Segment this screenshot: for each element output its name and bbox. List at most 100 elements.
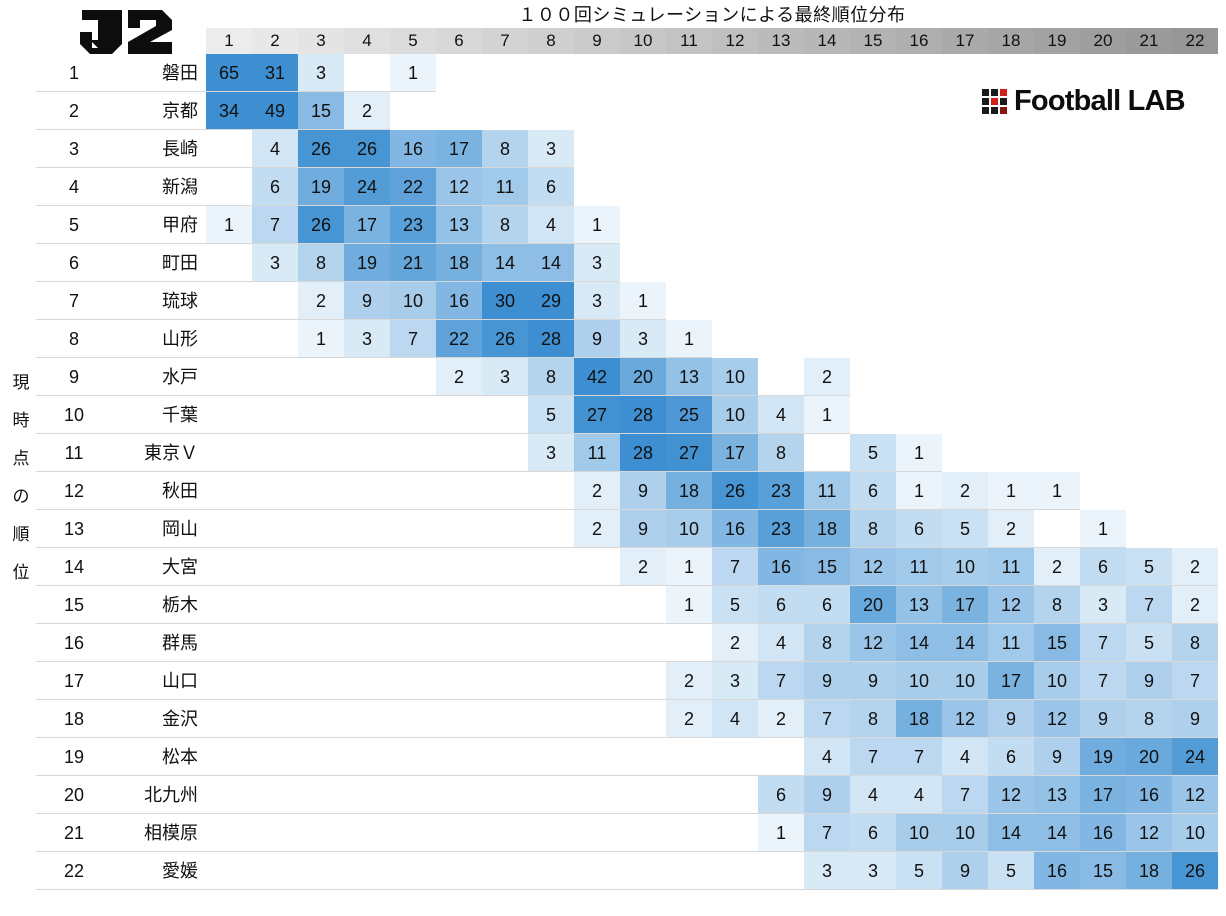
team-name[interactable]: 金沢 bbox=[104, 700, 202, 738]
heatmap-cell bbox=[850, 168, 896, 206]
heatmap-cell bbox=[206, 852, 252, 890]
team-name[interactable]: 千葉 bbox=[104, 396, 202, 434]
heatmap-cell: 12 bbox=[850, 548, 896, 586]
team-name[interactable]: 相模原 bbox=[104, 814, 202, 852]
page-title: １００回シミュレーションによる最終順位分布 bbox=[518, 5, 906, 25]
team-name[interactable]: 水戸 bbox=[104, 358, 202, 396]
heatmap-cell bbox=[482, 738, 528, 776]
heatmap-cell bbox=[206, 548, 252, 586]
heatmap-cell bbox=[666, 130, 712, 168]
heatmap-cell: 1 bbox=[896, 434, 942, 472]
heatmap-cell bbox=[1172, 54, 1218, 92]
heatmap-cell: 7 bbox=[1172, 662, 1218, 700]
heatmap-cell bbox=[252, 282, 298, 320]
heatmap-cell: 18 bbox=[896, 700, 942, 738]
team-name[interactable]: 岡山 bbox=[104, 510, 202, 548]
heatmap-cell: 3 bbox=[482, 358, 528, 396]
team-name[interactable]: 愛媛 bbox=[104, 852, 202, 890]
team-name[interactable]: 群馬 bbox=[104, 624, 202, 662]
heatmap-cell: 14 bbox=[482, 244, 528, 282]
team-name[interactable]: 秋田 bbox=[104, 472, 202, 510]
heatmap-cell: 12 bbox=[988, 776, 1034, 814]
heatmap-cell bbox=[620, 54, 666, 92]
row-cells: 3 11 28 27 17 8 5 1 bbox=[206, 434, 1218, 472]
team-name[interactable]: 琉球 bbox=[104, 282, 202, 320]
heatmap-cell: 6 bbox=[988, 738, 1034, 776]
heatmap-cell bbox=[620, 852, 666, 890]
heatmap-cell: 26 bbox=[482, 320, 528, 358]
heatmap-cell: 29 bbox=[528, 282, 574, 320]
heatmap-cell bbox=[896, 320, 942, 358]
heatmap-cell bbox=[620, 130, 666, 168]
table-row: 18 金沢 2 4 2 7 8 18 12 9 12 9 8 9 bbox=[0, 700, 1226, 738]
heatmap-cell: 10 bbox=[942, 548, 988, 586]
heatmap-cell: 2 bbox=[574, 472, 620, 510]
team-name[interactable]: 京都 bbox=[104, 92, 202, 130]
team-name[interactable]: 山口 bbox=[104, 662, 202, 700]
heatmap-cell: 9 bbox=[574, 320, 620, 358]
heatmap-cell: 7 bbox=[252, 206, 298, 244]
current-rank-number: 18 bbox=[63, 709, 85, 729]
row-cells: 6 9 4 4 7 12 13 17 16 12 bbox=[206, 776, 1218, 814]
heatmap-cell: 8 bbox=[298, 244, 344, 282]
heatmap-cell bbox=[206, 624, 252, 662]
heatmap-cell bbox=[712, 244, 758, 282]
heatmap-cell bbox=[528, 852, 574, 890]
heatmap-cell bbox=[942, 358, 988, 396]
heatmap-cell bbox=[436, 396, 482, 434]
heatmap-cell bbox=[942, 130, 988, 168]
heatmap-cell bbox=[252, 472, 298, 510]
heatmap-cell bbox=[988, 358, 1034, 396]
heatmap-cell: 17 bbox=[942, 586, 988, 624]
heatmap-cell: 16 bbox=[758, 548, 804, 586]
team-name[interactable]: 山形 bbox=[104, 320, 202, 358]
column-header-21: 21 bbox=[1126, 28, 1172, 54]
team-name[interactable]: 磐田 bbox=[104, 54, 202, 92]
heatmap-cell bbox=[988, 282, 1034, 320]
team-name[interactable]: 町田 bbox=[104, 244, 202, 282]
heatmap-cell: 26 bbox=[298, 130, 344, 168]
table-row: 6 町田 3 8 19 21 18 14 14 3 bbox=[0, 244, 1226, 282]
heatmap-cell bbox=[1080, 320, 1126, 358]
heatmap-cell bbox=[344, 852, 390, 890]
row-cells: 2 3 7 9 9 10 10 17 10 7 9 7 bbox=[206, 662, 1218, 700]
team-name[interactable]: 栃木 bbox=[104, 586, 202, 624]
heatmap-cell bbox=[988, 396, 1034, 434]
heatmap-cell: 18 bbox=[666, 472, 712, 510]
heatmap-cell bbox=[712, 54, 758, 92]
heatmap-cell: 7 bbox=[1080, 624, 1126, 662]
team-name[interactable]: 長崎 bbox=[104, 130, 202, 168]
team-name[interactable]: 東京Ｖ bbox=[104, 434, 202, 472]
heatmap-cell bbox=[1172, 130, 1218, 168]
heatmap-cell bbox=[620, 624, 666, 662]
heatmap-cell bbox=[620, 168, 666, 206]
heatmap-cell bbox=[252, 624, 298, 662]
heatmap-cell bbox=[1080, 358, 1126, 396]
heatmap-cell: 3 bbox=[252, 244, 298, 282]
heatmap-cell: 6 bbox=[850, 814, 896, 852]
team-name[interactable]: 甲府 bbox=[104, 206, 202, 244]
team-name[interactable]: 松本 bbox=[104, 738, 202, 776]
heatmap-cell: 9 bbox=[1080, 700, 1126, 738]
heatmap-cell bbox=[1080, 130, 1126, 168]
heatmap-cell bbox=[482, 586, 528, 624]
heatmap-cell bbox=[1126, 396, 1172, 434]
heatmap-cell: 2 bbox=[666, 700, 712, 738]
column-header-6: 6 bbox=[436, 28, 482, 54]
heatmap-cell bbox=[390, 662, 436, 700]
heatmap-cell bbox=[206, 776, 252, 814]
team-name[interactable]: 北九州 bbox=[104, 776, 202, 814]
heatmap-cell bbox=[252, 548, 298, 586]
heatmap-cell bbox=[482, 624, 528, 662]
table-row: 4 新潟 6 19 24 22 12 11 6 bbox=[0, 168, 1226, 206]
heatmap-cell bbox=[482, 396, 528, 434]
heatmap-cell: 20 bbox=[850, 586, 896, 624]
heatmap-cell: 10 bbox=[942, 662, 988, 700]
heatmap-cell: 10 bbox=[666, 510, 712, 548]
heatmap-cell bbox=[252, 510, 298, 548]
team-name[interactable]: 新潟 bbox=[104, 168, 202, 206]
row-cells: 2 1 7 16 15 12 11 10 11 2 6 5 2 bbox=[206, 548, 1218, 586]
heatmap-cell: 12 bbox=[1172, 776, 1218, 814]
team-name[interactable]: 大宮 bbox=[104, 548, 202, 586]
row-cells: 6 19 24 22 12 11 6 bbox=[206, 168, 1218, 206]
